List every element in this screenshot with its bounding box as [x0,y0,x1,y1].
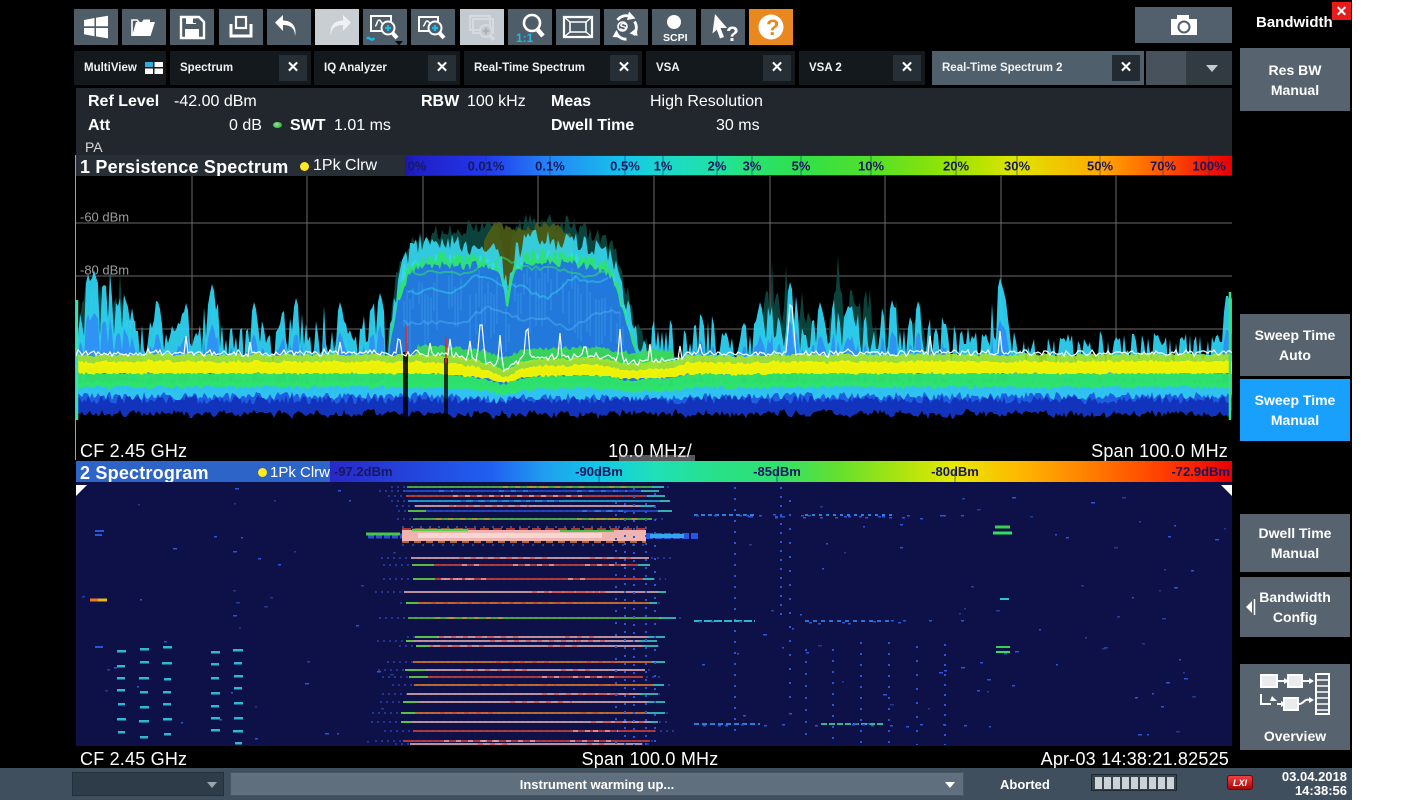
svg-text:0.5%: 0.5% [610,159,640,174]
svg-text:0%: 0% [408,159,427,174]
svg-text:3%: 3% [743,159,762,174]
svg-text:?: ? [766,15,779,40]
svg-text:-80dBm: -80dBm [931,464,979,479]
svg-text:-60 dBm: -60 dBm [80,209,129,224]
svg-text:10%: 10% [858,159,884,174]
svg-text:5%: 5% [792,159,811,174]
svg-text:0.01%: 0.01% [468,159,505,174]
svg-text:100%: 100% [1192,159,1226,174]
svg-text:1%: 1% [654,159,673,174]
svg-text:-97.2dBm: -97.2dBm [334,464,393,479]
svg-text:50%: 50% [1087,159,1113,174]
svg-text:1:1: 1:1 [516,31,534,45]
svg-text:20%: 20% [943,159,969,174]
svg-text:SCPI: SCPI [663,32,688,44]
svg-text:30%: 30% [1004,159,1030,174]
svg-text:0.1%: 0.1% [535,159,565,174]
svg-text:-85dBm: -85dBm [753,464,801,479]
svg-text:70%: 70% [1150,159,1176,174]
svg-text:S: S [620,22,627,34]
svg-text:-90dBm: -90dBm [575,464,623,479]
svg-text:-72.9dBm: -72.9dBm [1171,464,1230,479]
svg-text:-80 dBm: -80 dBm [80,262,129,277]
svg-text:?: ? [726,23,739,45]
svg-text:2%: 2% [708,159,727,174]
